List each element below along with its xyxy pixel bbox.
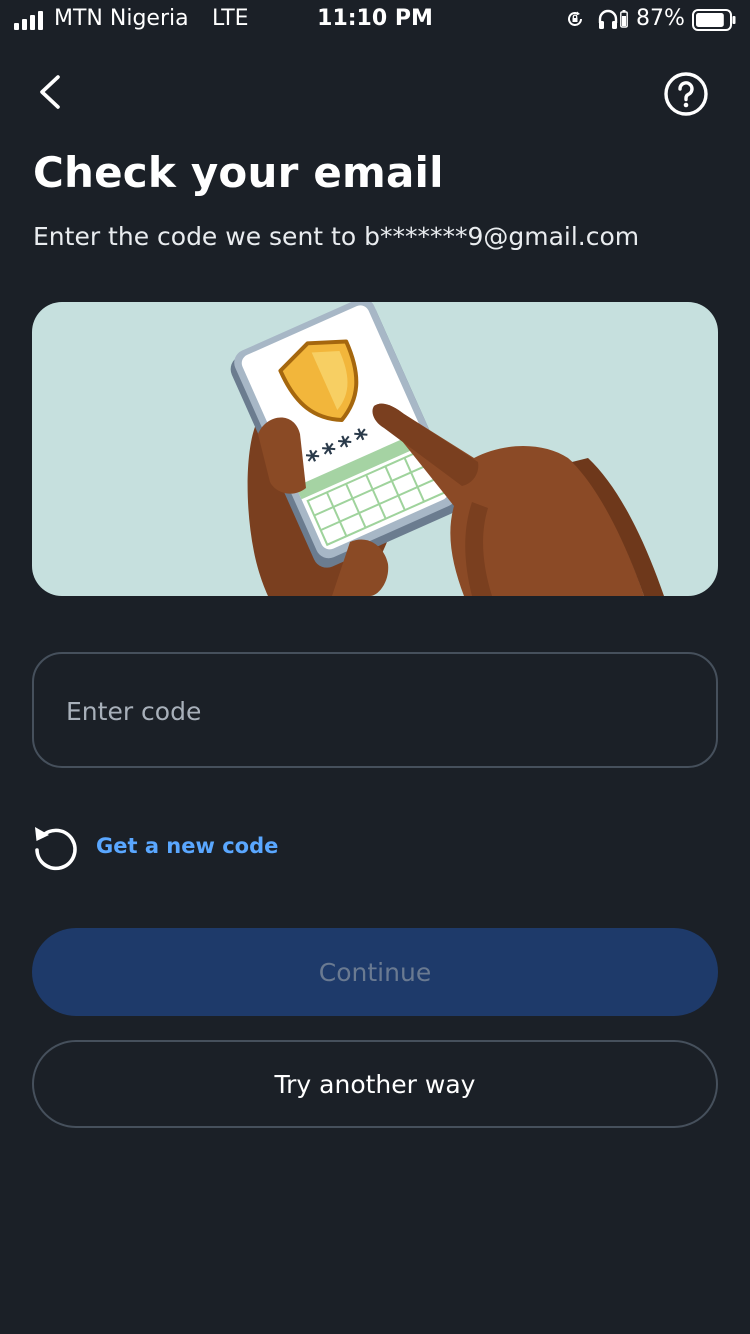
page-title: Check your email [33,148,444,197]
refresh-icon [35,827,77,871]
back-button[interactable] [30,70,74,114]
code-field[interactable] [32,652,718,768]
headphone-battery-icon [620,10,628,28]
page-subtitle: Enter the code we sent to b*******9@gmai… [33,222,640,251]
battery-icon [692,9,736,31]
question-circle-icon [664,72,708,116]
get-new-code-link[interactable]: Get a new code [32,820,278,872]
battery-percent: 87% [636,6,685,31]
help-button[interactable] [662,70,710,118]
code-input[interactable] [64,654,688,768]
chevron-left-icon [40,75,60,109]
security-code-illustration: **** [32,302,718,596]
try-another-way-button[interactable]: Try another way [32,1040,718,1128]
rotation-lock-icon [568,11,582,26]
get-new-code-label: Get a new code [96,834,279,858]
headphones-icon [598,9,618,29]
status-bar: MTN Nigeria LTE 11:10 PM 87% [0,0,750,40]
continue-button[interactable]: Continue [32,928,718,1016]
